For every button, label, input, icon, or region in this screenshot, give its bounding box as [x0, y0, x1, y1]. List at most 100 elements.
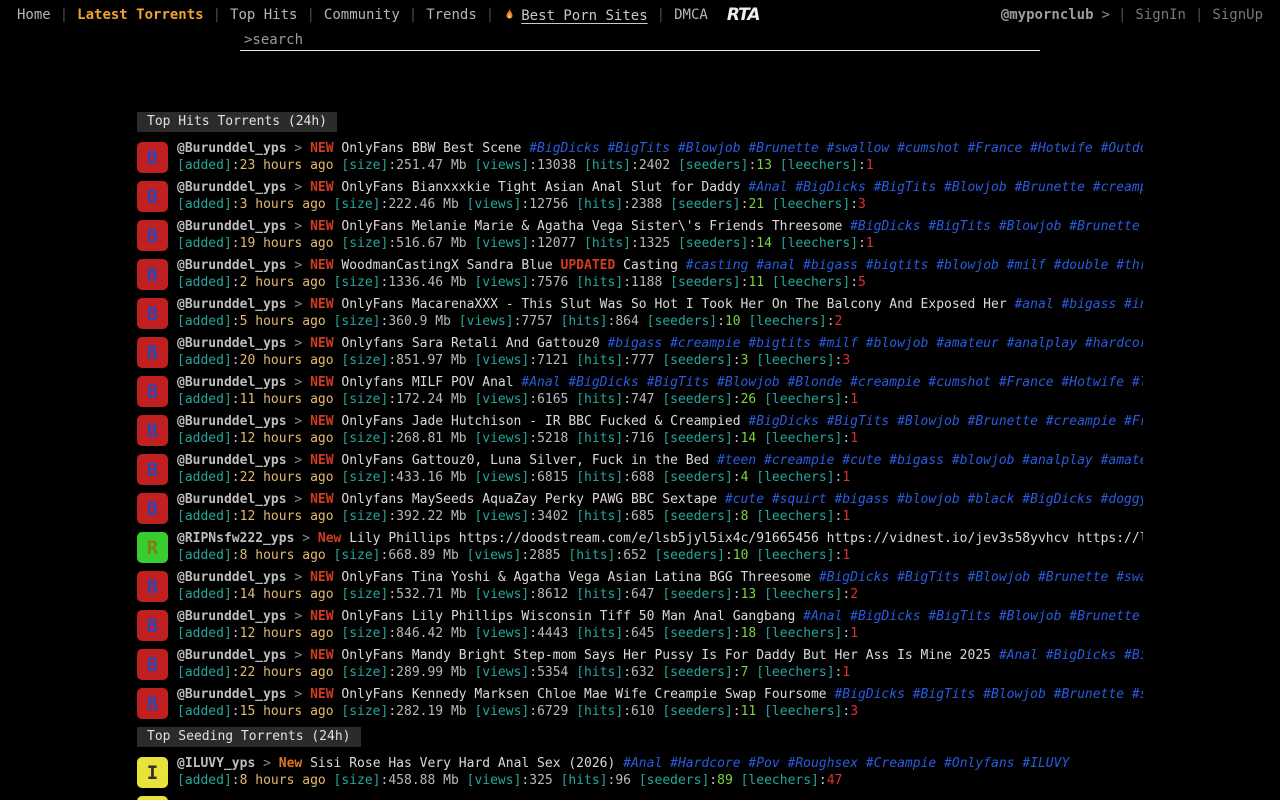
uploader-name[interactable]: @Burunddel_yps [177, 648, 287, 663]
signin-button[interactable]: SignIn [1126, 7, 1195, 23]
new-badge: NEW [310, 141, 333, 156]
meta-value-added: 8 hours ago [240, 548, 326, 563]
account-menu[interactable]: @mypornclub [993, 7, 1102, 23]
meta-label-hits: [hits] [576, 197, 623, 212]
nav-item-trends[interactable]: Trends [417, 7, 486, 23]
uploader-name[interactable]: @Burunddel_yps [177, 141, 287, 156]
torrent-title[interactable]: Onlyfans MaySeeds AquaZay Perky PAWG BBC… [341, 492, 717, 507]
uploader-avatar[interactable]: B [137, 493, 168, 524]
torrent-tags[interactable]: #Anal #BigDicks #BigTits … [999, 648, 1143, 663]
torrent-tags[interactable]: #BigDicks #BigTits #Blowjob #Brunette #s… [850, 219, 1143, 234]
torrent-tags[interactable]: #BigDicks #BigTits #Blowjob #Brunette #s… [819, 570, 1143, 585]
nav-item-latest-torrents[interactable]: Latest Torrents [68, 7, 212, 23]
torrent-title[interactable]: OnlyFans Lily Phillips Wisconsin Tiff 50… [341, 609, 795, 624]
uploader-name[interactable]: @Burunddel_yps [177, 570, 287, 585]
uploader-avatar[interactable]: B [137, 610, 168, 641]
torrent-title[interactable]: OnlyFans Jade Hutchison - IR BBC Fucked … [341, 414, 740, 429]
meta-colon: : [623, 704, 631, 719]
meta-colon: : [232, 314, 240, 329]
chevron-right-icon: > [294, 453, 302, 468]
uploader-avatar[interactable]: B [137, 376, 168, 407]
uploader-avatar[interactable]: B [137, 220, 168, 251]
meta-label-leechers: [leechers] [764, 392, 842, 407]
torrent-tags[interactable]: #cute #squirt #bigass #blowjob #black #B… [725, 492, 1143, 507]
torrent-tags[interactable]: #BigDicks #BigTits #Blowjob #Brunette #c… [748, 414, 1143, 429]
torrent-tags[interactable]: #Anal #BigDicks #BigTits #Blowjob #Blond… [521, 375, 1143, 390]
meta-colon: : [858, 236, 866, 251]
uploader-name[interactable]: @Burunddel_yps [177, 609, 287, 624]
nav-item-dmca[interactable]: DMCA [665, 7, 717, 23]
uploader-avatar[interactable]: B [137, 649, 168, 680]
meta-label-hits: [hits] [561, 773, 608, 788]
uploader-name[interactable]: @Burunddel_yps [177, 180, 287, 195]
uploader-avatar[interactable]: R [137, 532, 168, 563]
torrent-row: B@Burunddel_yps > NEW OnlyFans Melanie M… [137, 216, 1143, 255]
torrent-title[interactable]: OnlyFans Mandy Bright Step-mom Says Her … [341, 648, 991, 663]
torrent-title[interactable]: Onlyfans Sara Retali And Gattouz0 [341, 336, 599, 351]
uploader-avatar[interactable]: B [137, 298, 168, 329]
nav-item-top-hits[interactable]: Top Hits [221, 7, 306, 23]
torrent-tags[interactable]: #bigass #creampie #bigtits #milf #blowjo… [607, 336, 1143, 351]
meta-value-seeders: 11 [741, 704, 757, 719]
account-area: @mypornclub > | SignIn | SignUp [993, 7, 1272, 23]
torrent-tags[interactable]: #BigDicks #BigTits #Blowjob #Brunette #s… [834, 687, 1143, 702]
torrent-title[interactable]: OnlyFans Melanie Marie & Agatha Vega Sis… [341, 219, 842, 234]
torrent-title[interactable]: WoodmanCastingX Sandra Blue [341, 258, 552, 273]
torrent-title[interactable]: OnlyFans MacarenaXXX - This Slut Was So … [341, 297, 1006, 312]
search-input[interactable] [240, 30, 1040, 51]
uploader-avatar[interactable]: I [137, 757, 168, 788]
uploader-name[interactable]: @Burunddel_yps [177, 375, 287, 390]
uploader-avatar[interactable]: B [137, 181, 168, 212]
meta-colon: : [232, 392, 240, 407]
uploader-name[interactable]: @Burunddel_yps [177, 219, 287, 234]
meta-value-added: 12 hours ago [240, 626, 334, 641]
uploader-name[interactable]: @Burunddel_yps [177, 258, 287, 273]
uploader-name[interactable]: @ILUVY_yps [177, 756, 255, 771]
uploader-avatar[interactable]: B [137, 259, 168, 290]
rta-logo[interactable]: RTA [717, 5, 770, 25]
uploader-avatar[interactable]: B [137, 337, 168, 368]
uploader-avatar[interactable]: B [137, 415, 168, 446]
uploader-name[interactable]: @Burunddel_yps [177, 336, 287, 351]
nav-item-best-porn-sites[interactable]: Best Porn Sites [494, 7, 656, 24]
torrent-tags[interactable]: #BigDicks #BigTits #Blowjob #Brunette #s… [529, 141, 1143, 156]
meta-label-leechers: [leechers] [772, 275, 850, 290]
meta-colon: : [733, 704, 741, 719]
torrent-title[interactable]: Casting [623, 258, 678, 273]
uploader-name[interactable]: @Burunddel_yps [177, 453, 287, 468]
torrent-title[interactable]: Sisi Rose Has Very Hard Anal Sex (2026) [310, 756, 615, 771]
meta-colon: : [631, 236, 639, 251]
torrent-tags[interactable]: #anal #bigass #interrac… [1014, 297, 1143, 312]
signup-button[interactable]: SignUp [1203, 7, 1272, 23]
torrent-meta-line: [added]:11 hours ago [size]:172.24 Mb [v… [177, 392, 1143, 408]
uploader-avatar[interactable]: B [137, 142, 168, 173]
uploader-avatar[interactable]: B [137, 688, 168, 719]
torrent-tags[interactable]: #teen #creampie #cute #bigass #blowjob #… [717, 453, 1143, 468]
nav-item-home[interactable]: Home [8, 7, 60, 23]
torrent-title[interactable]: OnlyFans Gattouz0, Luna Silver, Fuck in … [341, 453, 709, 468]
torrent-title[interactable]: Onlyfans MILF POV Anal [341, 375, 513, 390]
uploader-name[interactable]: @RIPNsfw222_yps [177, 531, 294, 546]
torrent-tags[interactable]: #Anal #BigDicks #BigTits #Blowjob #Brune… [803, 609, 1143, 624]
torrent-title[interactable]: OnlyFans Bianxxxkie Tight Asian Anal Slu… [341, 180, 740, 195]
uploader-name[interactable]: @Burunddel_yps [177, 687, 287, 702]
torrent-tags[interactable]: #casting #anal #bigass #bigtits #blowjob… [686, 258, 1143, 273]
torrent-tags[interactable]: #Anal #Hardcore #Pov #Roughsex #Creampie… [623, 756, 1069, 771]
uploader-name[interactable]: @Burunddel_yps [177, 492, 287, 507]
uploader-avatar[interactable]: I [137, 796, 168, 800]
torrent-title[interactable]: OnlyFans Tina Yoshi & Agatha Vega Asian … [341, 570, 811, 585]
meta-label-leechers: [leechers] [756, 353, 834, 368]
nav-item-community[interactable]: Community [315, 7, 409, 23]
uploader-name[interactable]: @Burunddel_yps [177, 297, 287, 312]
meta-value-leechers: 5 [858, 275, 866, 290]
torrent-title[interactable]: Lily Phillips https://doodstream.com/e/l… [349, 531, 1143, 546]
meta-colon: : [850, 275, 858, 290]
new-badge: New [318, 531, 341, 546]
uploader-avatar[interactable]: B [137, 454, 168, 485]
torrent-tags[interactable]: #Anal #BigDicks #BigTits #Blowjob #Brune… [748, 180, 1143, 195]
torrent-title[interactable]: OnlyFans Kennedy Marksen Chloe Mae Wife … [341, 687, 826, 702]
uploader-avatar[interactable]: B [137, 571, 168, 602]
uploader-name[interactable]: @Burunddel_yps [177, 414, 287, 429]
torrent-meta-line: [added]:5 hours ago [size]:360.9 Mb [vie… [177, 314, 1143, 330]
torrent-title[interactable]: OnlyFans BBW Best Scene [341, 141, 521, 156]
